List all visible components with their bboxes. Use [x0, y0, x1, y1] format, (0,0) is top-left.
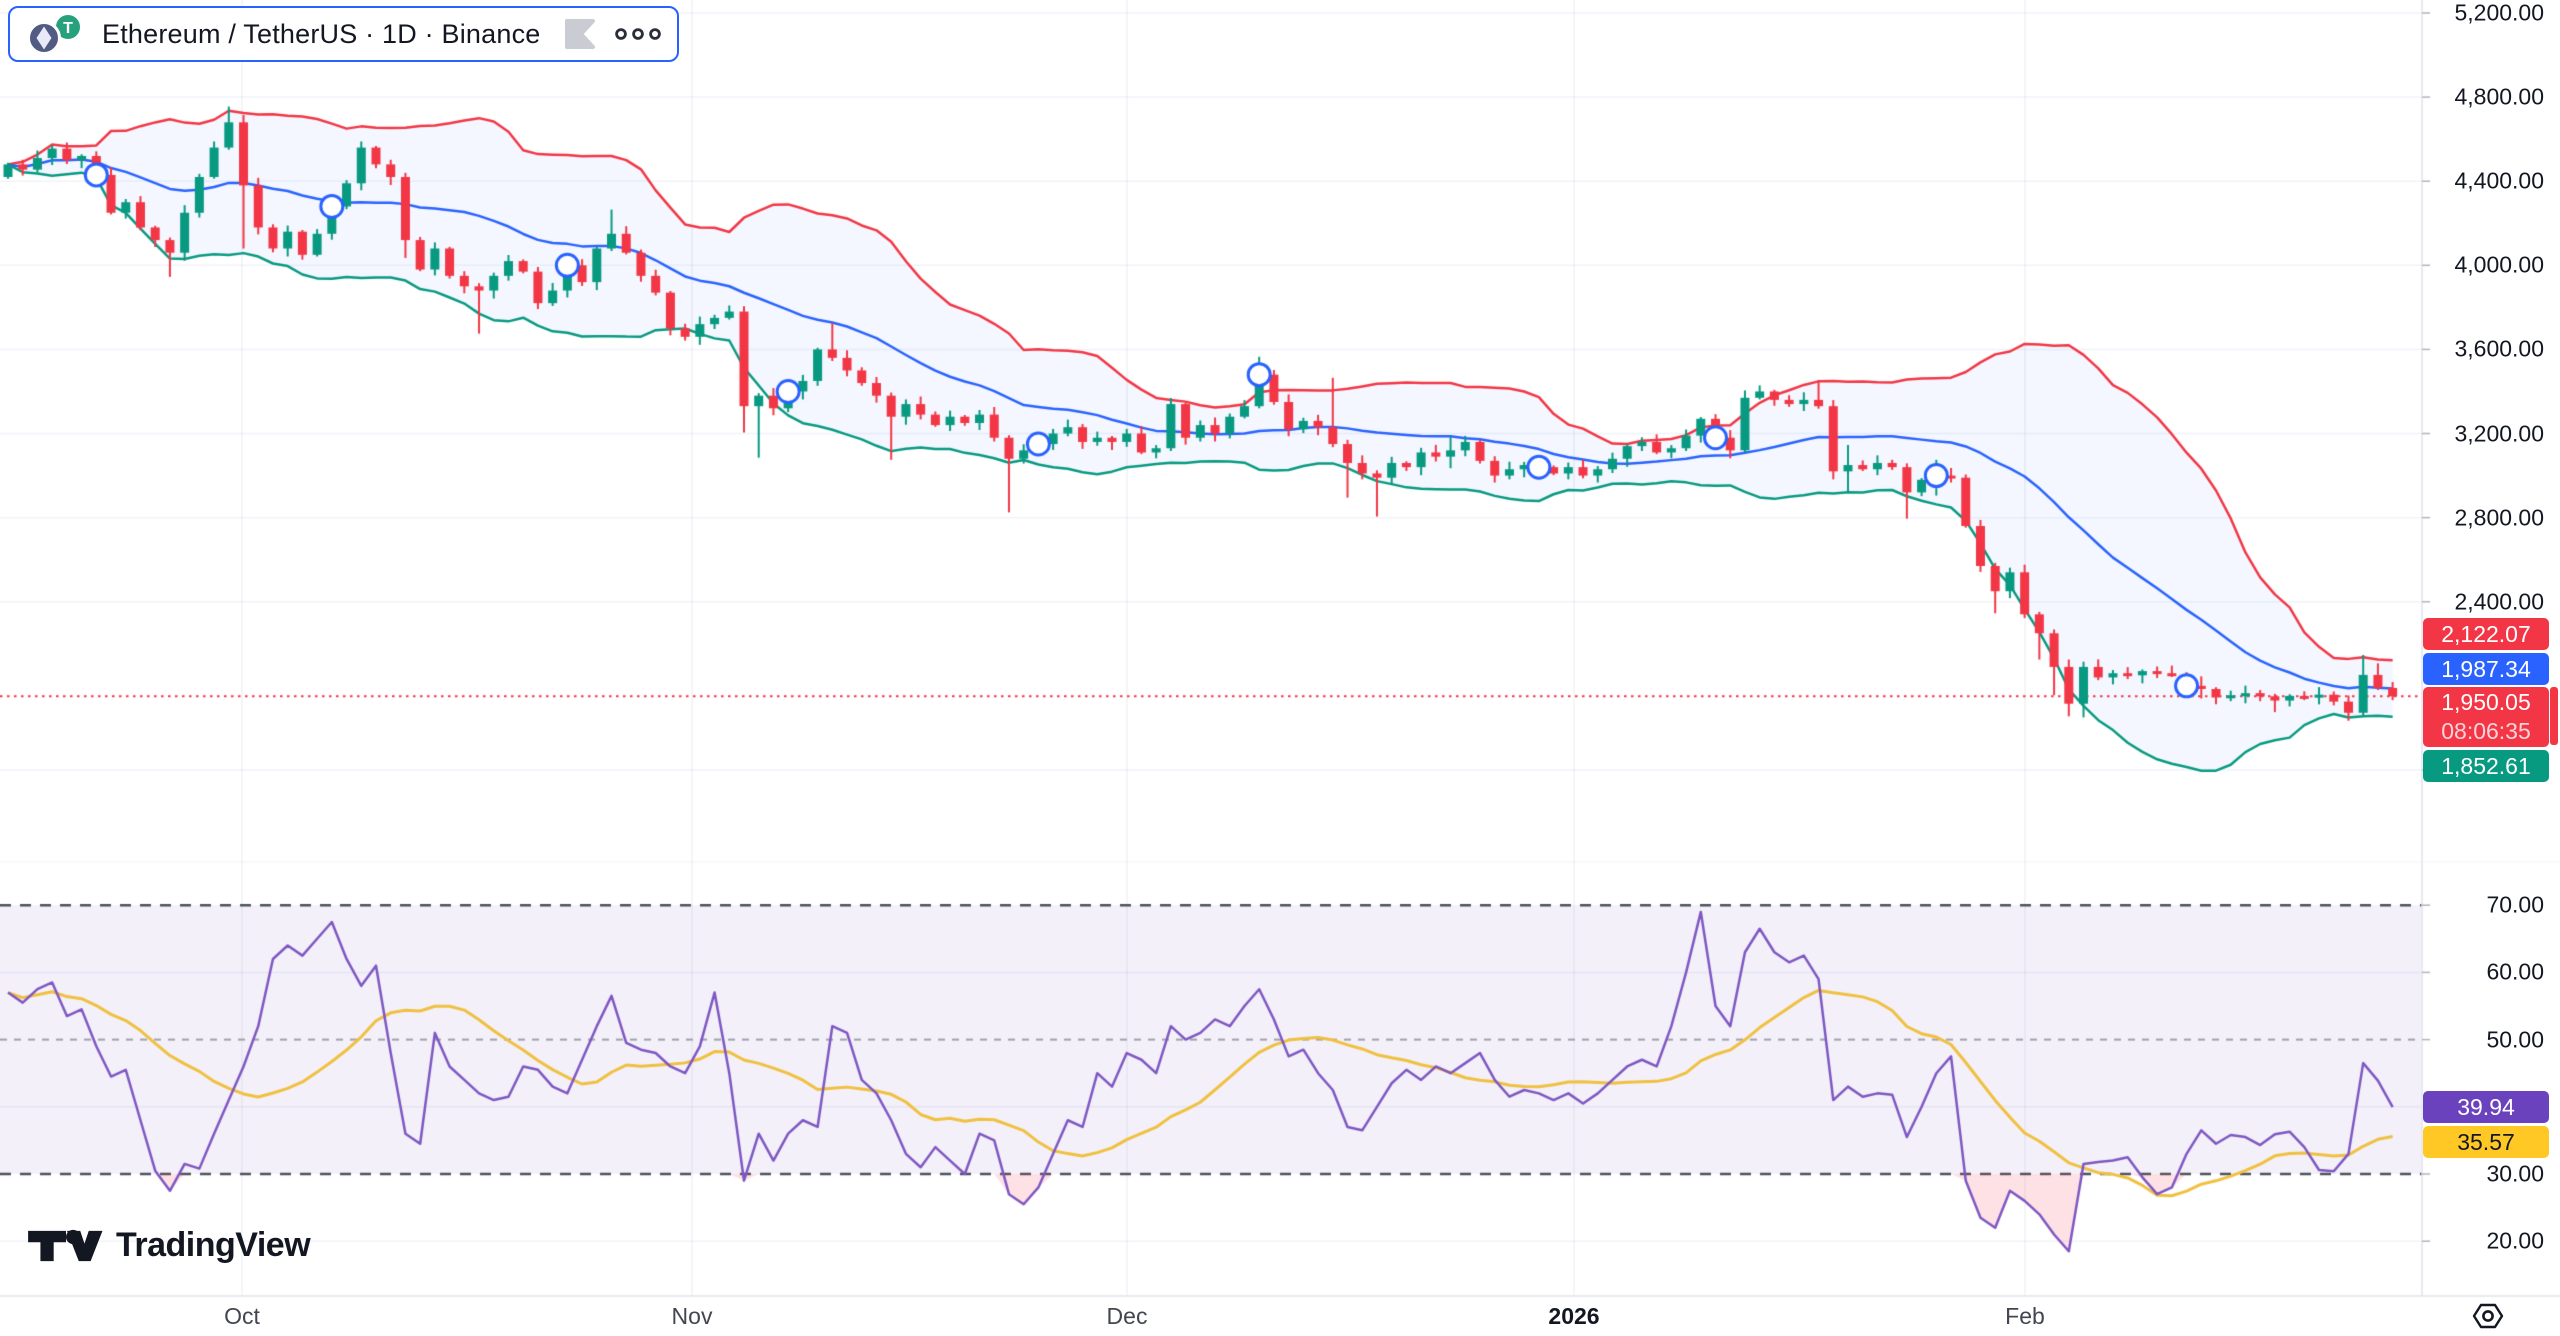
symbol-title: Ethereum / TetherUS · 1D · Binance	[102, 19, 541, 50]
chart-canvas[interactable]	[0, 0, 2560, 1336]
last-price-value: 1,950.05	[2441, 688, 2531, 717]
rsi-value-label: 39.94	[2423, 1091, 2549, 1123]
rsi-tick: 60.00	[2486, 959, 2544, 986]
price-tick: 2,800.00	[2454, 504, 2544, 531]
price-tick: 4,400.00	[2454, 168, 2544, 195]
rsi-tick: 20.00	[2486, 1228, 2544, 1255]
symbol-legend[interactable]: T Ethereum / TetherUS · 1D · Binance	[8, 6, 679, 62]
tradingview-attribution[interactable]: TradingView	[28, 1226, 310, 1265]
bb-lower-value: 1,852.61	[2441, 752, 2531, 781]
rsi-tick: 30.00	[2486, 1161, 2544, 1188]
flag-icon[interactable]	[565, 19, 595, 49]
time-axis-label-Nov: Nov	[672, 1303, 713, 1330]
rsi-tick: 50.00	[2486, 1026, 2544, 1053]
bb-upper-price-label: 2,122.07	[2423, 618, 2549, 650]
last-price-label: 1,950.05 08:06:35	[2423, 687, 2549, 747]
rsi-ma-value: 35.57	[2457, 1128, 2515, 1157]
rsi-ma-value-label: 35.57	[2423, 1126, 2549, 1158]
rsi-value: 39.94	[2457, 1093, 2515, 1122]
tradingview-logo-icon	[28, 1228, 104, 1264]
rsi-tick: 70.00	[2486, 892, 2544, 919]
bar-countdown: 08:06:35	[2441, 717, 2531, 746]
bb-basis-price-label: 1,987.34	[2423, 653, 2549, 685]
price-tick: 4,000.00	[2454, 252, 2544, 279]
tradingview-logo-text: TradingView	[116, 1226, 310, 1265]
tradingview-chart-window: { "symbol": { "title": "Ethereum / Tethe…	[0, 0, 2560, 1336]
bb-lower-price-label: 1,852.61	[2423, 750, 2549, 782]
time-axis-label-2026: 2026	[1548, 1303, 1599, 1330]
price-tick: 5,200.00	[2454, 0, 2544, 27]
price-tick: 2,400.00	[2454, 588, 2544, 615]
time-axis-label-Oct: Oct	[224, 1303, 260, 1330]
bb-basis-value: 1,987.34	[2441, 655, 2531, 684]
more-options-icon[interactable]	[615, 28, 661, 40]
last-price-edge-strip	[2550, 687, 2558, 745]
tether-glyph: T	[63, 20, 73, 37]
eye-icon[interactable]	[2472, 1302, 2504, 1330]
bb-upper-value: 2,122.07	[2441, 620, 2531, 649]
price-tick: 3,600.00	[2454, 336, 2544, 363]
price-tick: 4,800.00	[2454, 84, 2544, 111]
price-tick: 3,200.00	[2454, 420, 2544, 447]
time-axis-label-Dec: Dec	[1107, 1303, 1148, 1330]
time-axis-label-Feb: Feb	[2005, 1303, 2045, 1330]
pair-logos: T	[26, 12, 88, 56]
